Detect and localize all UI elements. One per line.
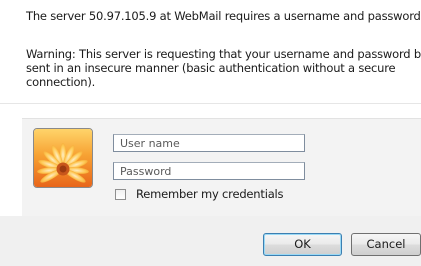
ok-button[interactable]: OK [263,233,342,256]
warning-line-2: sent in an insecure manner (basic authen… [26,61,396,75]
remember-credentials-checkbox[interactable] [115,188,126,200]
remember-credentials-label[interactable]: Remember my credentials [136,187,284,201]
credentials-dialog: The server 50.97.105.9 at WebMail requir… [0,0,421,266]
password-input[interactable] [113,162,305,180]
flower-user-picture-icon [33,128,93,188]
divider [0,103,421,104]
username-input[interactable] [113,134,305,152]
remember-credentials-row[interactable]: Remember my credentials [115,187,284,201]
cancel-button[interactable]: Cancel [351,233,421,256]
warning-line-3: connection). [26,75,96,89]
warning-line-1: Warning: This server is requesting that … [26,47,421,61]
server-auth-message: The server 50.97.105.9 at WebMail requir… [26,9,421,23]
